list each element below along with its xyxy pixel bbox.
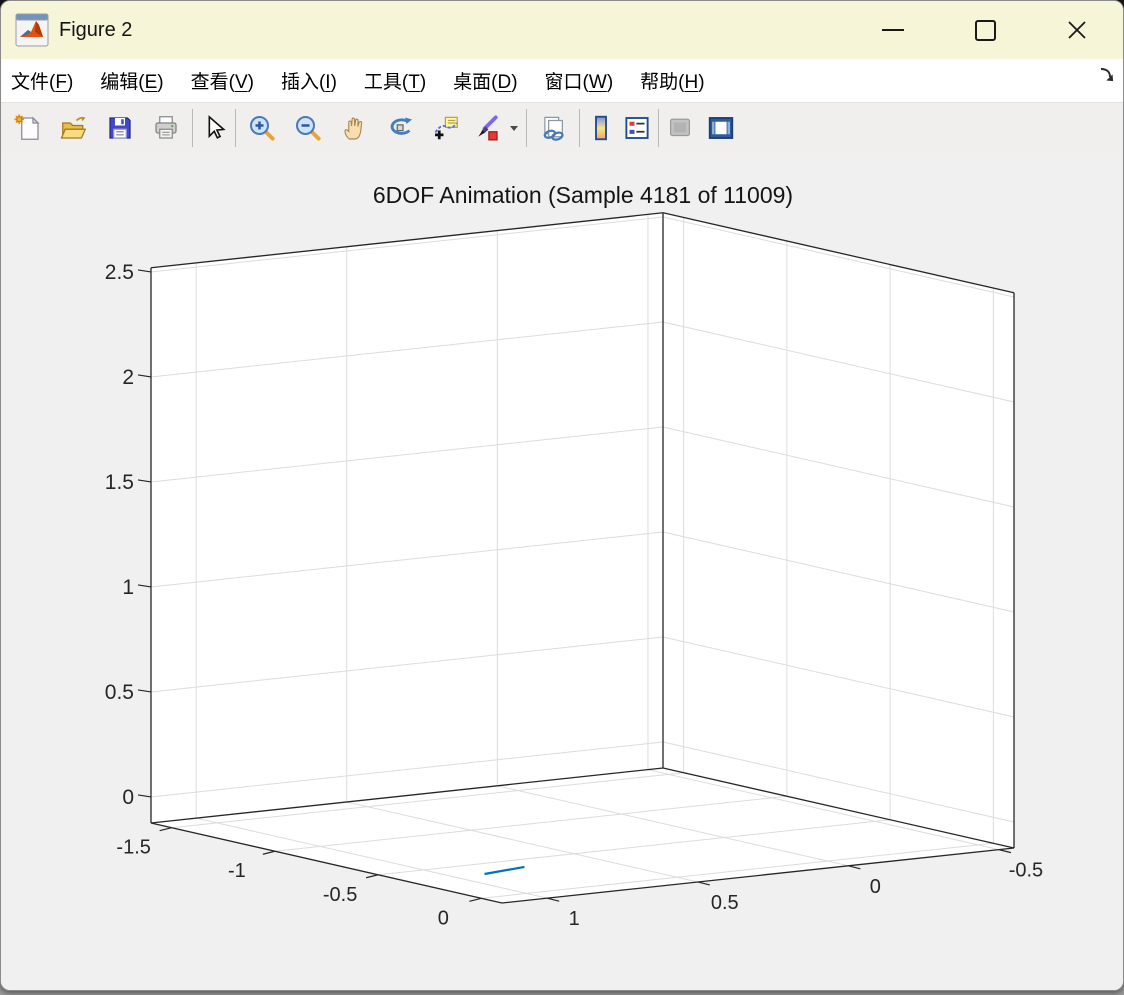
window-title: Figure 2 (59, 18, 133, 41)
zoom-out-icon (295, 115, 321, 141)
link-plot-button[interactable] (530, 107, 576, 149)
zoom-in-icon (249, 115, 275, 141)
new-document-icon (14, 114, 40, 140)
link-plot-icon (543, 116, 564, 141)
brush-dropdown-button[interactable] (505, 107, 523, 149)
window-controls (847, 1, 1123, 59)
hide-plot-tools-button[interactable] (662, 107, 698, 149)
menu-item-tools[interactable]: 工具(T) (364, 67, 426, 94)
menu-item-help[interactable]: 帮助(H) (640, 67, 704, 94)
open-file-button[interactable] (51, 107, 97, 149)
toolbar-separator (192, 109, 193, 147)
close-button[interactable] (1031, 1, 1123, 59)
edit-plot-arrow-icon (208, 115, 226, 139)
insert-legend-button[interactable] (619, 107, 655, 149)
matlab-logo-icon (15, 13, 49, 47)
print-icon (155, 116, 177, 139)
menu-item-view[interactable]: 查看(V) (191, 67, 254, 94)
open-folder-icon (60, 116, 87, 139)
dock-figure-icon (708, 117, 734, 139)
save-figure-button[interactable] (97, 107, 143, 149)
figure-window: Figure 2 文件(F) 编辑(E) 查看(V) 插入(I) 工具(T) 桌… (0, 0, 1124, 991)
pan-hand-icon (344, 117, 363, 140)
print-figure-button[interactable] (143, 107, 189, 149)
figure-toolbar (1, 103, 1123, 154)
menu-item-edit[interactable]: 编辑(E) (100, 67, 163, 94)
brush-icon (478, 115, 498, 141)
menu-item-file[interactable]: 文件(F) (11, 67, 73, 94)
save-floppy-icon (109, 117, 131, 139)
menu-item-desktop[interactable]: 桌面(D) (453, 67, 517, 94)
toolbar-separator (235, 109, 236, 147)
menu-bar: 文件(F) 编辑(E) 查看(V) 插入(I) 工具(T) 桌面(D) 窗口(W… (1, 59, 1123, 103)
dock-figure-arrow-icon[interactable] (1097, 65, 1117, 85)
figure-canvas[interactable]: 6DOF Animation (Sample 4181 of 11009) (1, 153, 1123, 990)
maximize-button[interactable] (939, 1, 1031, 59)
desktop: { "window": { "title": "Figure 2", "cont… (0, 0, 1124, 995)
insert-colorbar-button[interactable] (583, 107, 619, 149)
brush-button[interactable] (469, 107, 505, 149)
toolbar-separator (658, 109, 659, 147)
new-figure-button[interactable] (5, 107, 51, 149)
minimize-icon (882, 29, 904, 31)
close-icon (1068, 21, 1086, 39)
zoom-out-button[interactable] (285, 107, 331, 149)
minimize-button[interactable] (847, 1, 939, 59)
dock-figure-button[interactable] (698, 107, 744, 149)
zoom-in-button[interactable] (239, 107, 285, 149)
title-bar[interactable]: Figure 2 (1, 1, 1123, 59)
menu-item-insert[interactable]: 插入(I) (281, 67, 337, 94)
maximize-icon (974, 19, 996, 41)
data-cursor-button[interactable] (423, 107, 469, 149)
data-cursor-icon (434, 116, 458, 140)
edit-plot-button[interactable] (196, 107, 232, 149)
colorbar-icon (595, 115, 607, 141)
brush-dropdown-caret-icon (510, 126, 518, 131)
rotate-3d-icon (390, 117, 412, 135)
legend-icon (625, 117, 649, 139)
rotate-3d-button[interactable] (377, 107, 423, 149)
hide-plot-tools-icon (670, 118, 690, 137)
menu-item-window[interactable]: 窗口(W) (545, 67, 614, 94)
toolbar-separator (526, 109, 527, 147)
pan-button[interactable] (331, 107, 377, 149)
toolbar-separator (579, 109, 580, 147)
plot-title: 6DOF Animation (Sample 4181 of 11009) (372, 182, 794, 208)
